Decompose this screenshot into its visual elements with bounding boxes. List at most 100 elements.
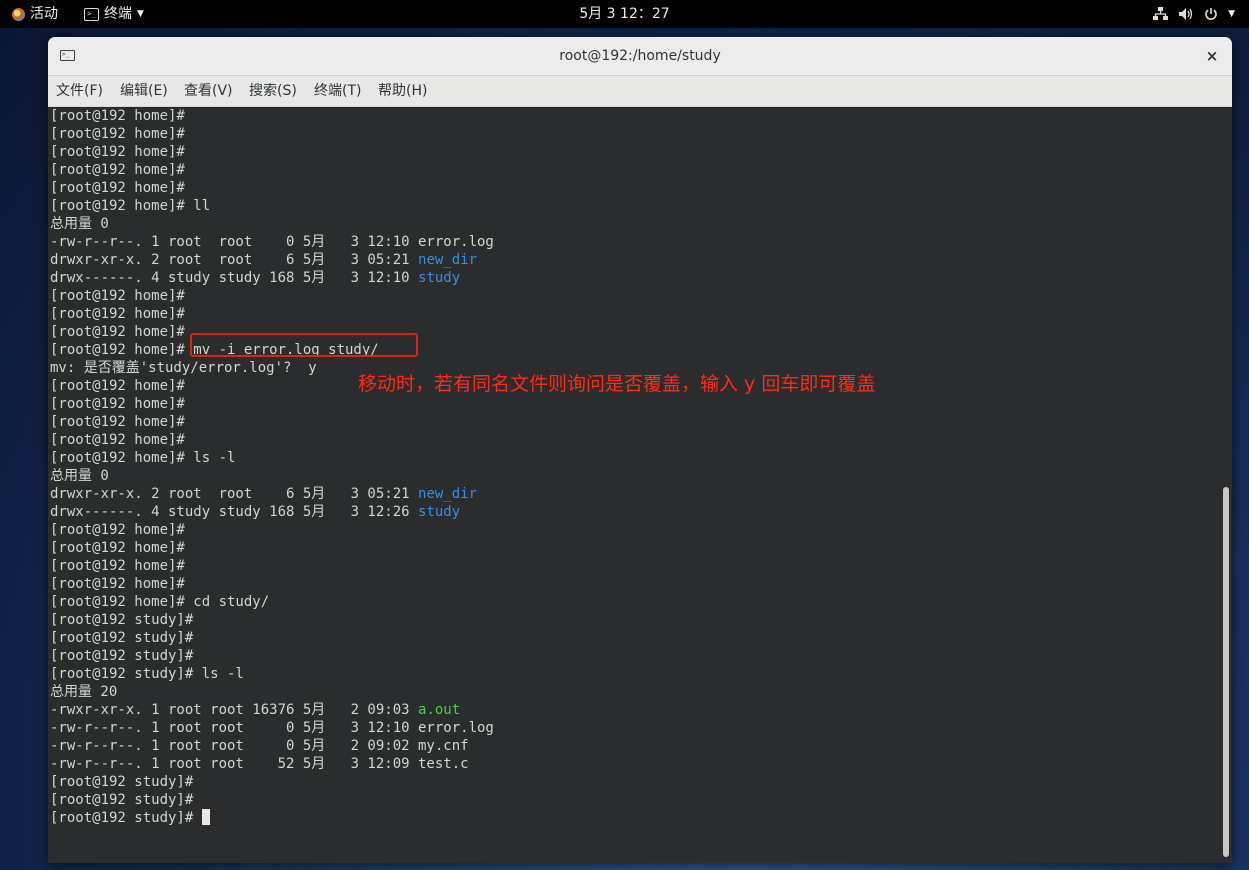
terminal-line: [root@192 study]# xyxy=(50,773,494,791)
terminal-text: [root@192 home]# xyxy=(50,144,185,160)
terminal-text: [root@192 home]# xyxy=(50,324,185,340)
terminal-text: [root@192 study]# ls -l xyxy=(50,666,244,682)
terminal-line: [root@192 home]# xyxy=(50,143,494,161)
scrollbar[interactable] xyxy=(1220,107,1232,863)
terminal-text: drwxr-xr-x. 2 root root 6 5月 3 05:21 xyxy=(50,486,419,502)
terminal-text: [root@192 study]# xyxy=(50,612,194,628)
terminal-text: [root@192 home]# xyxy=(50,306,185,322)
terminal-line: [root@192 home]# xyxy=(50,575,494,593)
clock-container: 5月 3 12：27 xyxy=(0,0,1249,28)
terminal-text: drwx------. 4 study study 168 5月 3 12:26 xyxy=(50,504,419,520)
terminal-text: drwxr-xr-x. 2 root root 6 5月 3 05:21 xyxy=(50,252,419,268)
terminal-text: -rw-r--r--. 1 root root 52 5月 3 12:09 te… xyxy=(50,756,469,772)
terminal-text: -rwxr-xr-x. 1 root root 16376 5月 2 09:03 xyxy=(50,702,419,718)
terminal-text: [root@192 study]# xyxy=(50,792,194,808)
system-menu-button[interactable]: ▼ xyxy=(1153,0,1235,28)
terminal-line: [root@192 home]# ll xyxy=(50,197,494,215)
terminal-text: [root@192 home]# xyxy=(50,396,185,412)
window-title: root@192:/home/study xyxy=(559,48,721,64)
scrollbar-thumb[interactable] xyxy=(1223,487,1229,857)
menu-edit[interactable]: 编辑(E) xyxy=(120,76,168,106)
terminal-output[interactable]: [root@192 home]# [root@192 home]# [root@19… xyxy=(48,107,1220,863)
terminal-text: [root@192 study]# xyxy=(50,774,194,790)
terminal-text: -rw-r--r--. 1 root root 0 5月 2 09:02 my.… xyxy=(50,738,469,754)
terminal-line: -rw-r--r--. 1 root root 0 5月 2 09:02 my.… xyxy=(50,737,494,755)
terminal-line: [root@192 home]# xyxy=(50,107,494,125)
terminal-app-icon: >_ xyxy=(84,7,99,21)
terminal-text: [root@192 study]# xyxy=(50,810,202,826)
terminal-text: [root@192 home]# xyxy=(50,522,185,538)
menu-bar: 文件(F) 编辑(E) 查看(V) 搜索(S) 终端(T) 帮助(H) xyxy=(48,76,1232,107)
menu-search[interactable]: 搜索(S) xyxy=(249,76,297,106)
terminal-text: [root@192 home]# cd study/ xyxy=(50,594,270,610)
app-menu-button[interactable]: >_ 终端 ▼ xyxy=(84,0,144,28)
terminal-line: [root@192 home]# xyxy=(50,179,494,197)
close-button[interactable]: × xyxy=(1202,46,1222,66)
terminal-window: root@192:/home/study >_ × 文件(F) 编辑(E) 查看… xyxy=(48,37,1232,863)
activities-label: 活动 xyxy=(30,6,58,22)
terminal-line: [root@192 home]# xyxy=(50,161,494,179)
terminal-text: 总用量 20 xyxy=(50,684,118,700)
terminal-line: [root@192 home]# cd study/ xyxy=(50,593,494,611)
menu-help[interactable]: 帮助(H) xyxy=(378,76,427,106)
terminal-text: [root@192 home]# xyxy=(50,288,185,304)
terminal-line: drwx------. 4 study study 168 5月 3 12:10… xyxy=(50,269,494,287)
colored-filename: new_dir xyxy=(418,486,478,502)
terminal-text: [root@192 home]# xyxy=(50,108,185,124)
terminal-text: [root@192 home]# xyxy=(50,180,185,196)
terminal-line: -rw-r--r--. 1 root root 0 5月 3 12:10 err… xyxy=(50,233,494,251)
menu-view[interactable]: 查看(V) xyxy=(184,76,233,106)
terminal-cursor xyxy=(201,809,210,825)
terminal-text: [root@192 home]# xyxy=(50,378,185,394)
gnome-logo-icon xyxy=(12,7,25,21)
terminal-line: [root@192 home]# xyxy=(50,413,494,431)
terminal-line: [root@192 home]# xyxy=(50,305,494,323)
colored-filename: study xyxy=(418,270,461,286)
terminal-text: [root@192 home]# xyxy=(50,540,185,556)
terminal-line: [root@192 home]# ls -l xyxy=(50,449,494,467)
terminal-line: drwx------. 4 study study 168 5月 3 12:26… xyxy=(50,503,494,521)
menu-file[interactable]: 文件(F) xyxy=(56,76,103,106)
terminal-text: [root@192 home]# xyxy=(50,432,185,448)
terminal-line: [root@192 home]# xyxy=(50,431,494,449)
annotation-text: 移动时，若有同名文件则询问是否覆盖，输入 y 回车即可覆盖 xyxy=(358,373,876,395)
terminal-line: [root@192 study]# xyxy=(50,791,494,809)
terminal-line: [root@192 home]# xyxy=(50,125,494,143)
terminal-text: [root@192 home]# ls -l xyxy=(50,450,236,466)
clock-button[interactable]: 5月 3 12：27 xyxy=(579,0,669,28)
terminal-text: [root@192 home]# ll xyxy=(50,198,211,214)
menu-terminal[interactable]: 终端(T) xyxy=(314,76,361,106)
terminal-line: [root@192 study]# xyxy=(50,809,494,827)
terminal-line: [root@192 home]# xyxy=(50,287,494,305)
terminal-line: [root@192 study]# xyxy=(50,647,494,665)
window-titlebar[interactable]: root@192:/home/study >_ × xyxy=(48,37,1232,76)
colored-filename: a.out xyxy=(418,702,461,718)
terminal-text: [root@192 home]# xyxy=(50,558,185,574)
terminal-line: -rw-r--r--. 1 root root 0 5月 3 12:10 err… xyxy=(50,719,494,737)
gnome-top-bar: 活动 >_ 终端 ▼ 5月 3 12：27 ▼ xyxy=(0,0,1249,28)
terminal-line: [root@192 home]# xyxy=(50,557,494,575)
app-menu-label: 终端 xyxy=(104,6,132,22)
terminal-line: [root@192 study]# ls -l xyxy=(50,665,494,683)
volume-icon xyxy=(1179,8,1193,20)
terminal-text: [root@192 study]# xyxy=(50,630,194,646)
activities-button[interactable]: 活动 xyxy=(12,0,58,28)
chevron-down-icon: ▼ xyxy=(137,9,144,19)
terminal-text: mv: 是否覆盖'study/error.log'? y xyxy=(50,360,317,376)
terminal-icon: >_ xyxy=(60,50,75,61)
terminal-line: [root@192 home]# xyxy=(50,395,494,413)
terminal-line: -rwxr-xr-x. 1 root root 16376 5月 2 09:03… xyxy=(50,701,494,719)
network-icon xyxy=(1153,7,1169,20)
terminal-line: [root@192 home]# xyxy=(50,521,494,539)
terminal-line: -rw-r--r--. 1 root root 52 5月 3 12:09 te… xyxy=(50,755,494,773)
terminal-lines: [root@192 home]# [root@192 home]# [root@19… xyxy=(50,107,494,827)
terminal-line: [root@192 study]# xyxy=(50,611,494,629)
terminal-line: drwxr-xr-x. 2 root root 6 5月 3 05:21 new… xyxy=(50,251,494,269)
terminal-line: [root@192 home]# xyxy=(50,539,494,557)
terminal-line: 总用量 0 xyxy=(50,467,494,485)
terminal-text: -rw-r--r--. 1 root root 0 5月 3 12:10 err… xyxy=(50,720,494,736)
terminal-text: [root@192 study]# xyxy=(50,648,194,664)
terminal-text: drwx------. 4 study study 168 5月 3 12:10 xyxy=(50,270,419,286)
terminal-text: 总用量 0 xyxy=(50,468,109,484)
power-icon xyxy=(1205,8,1217,20)
